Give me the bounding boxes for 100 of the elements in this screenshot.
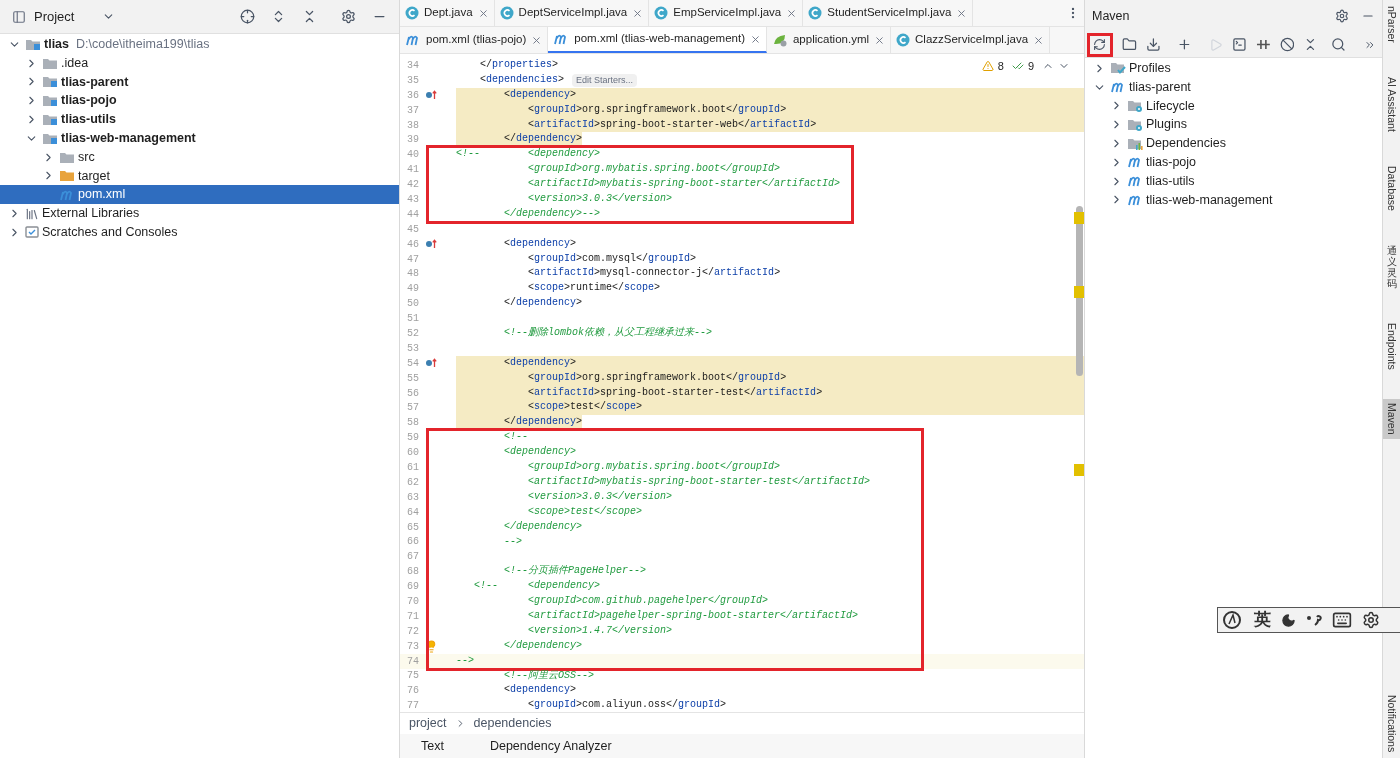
tool-window-tab[interactable]: Database bbox=[1383, 161, 1400, 215]
toggle-offline-icon[interactable] bbox=[1255, 37, 1271, 52]
code-comment: <artifactId>pagehelper-spring-boot-starter</artifactId> bbox=[527, 608, 859, 623]
close-icon[interactable] bbox=[749, 33, 761, 45]
tree-item[interactable]: tlias-utils bbox=[0, 110, 399, 129]
class-icon bbox=[499, 6, 514, 20]
editor-tab[interactable]: ClazzServiceImpl.java bbox=[891, 27, 1051, 53]
maven-tree-item[interactable]: tlias-utils bbox=[1085, 171, 1382, 191]
close-icon[interactable] bbox=[632, 7, 644, 19]
line-number: 52 bbox=[406, 327, 419, 341]
project-path: D:\code\itheima199\tlias bbox=[76, 36, 210, 53]
moon-icon[interactable] bbox=[1281, 612, 1296, 628]
tool-window-tab[interactable]: Endpoints bbox=[1383, 318, 1400, 374]
maven-tree-item[interactable]: Dependencies bbox=[1085, 134, 1382, 153]
edit-starters-hint[interactable]: Edit Starters... bbox=[572, 73, 638, 88]
tree-item[interactable]: pom.xml bbox=[0, 185, 399, 205]
maven-tree-item[interactable]: Profiles bbox=[1085, 59, 1382, 78]
tab-label: Dept.java bbox=[424, 5, 473, 21]
settings-icon[interactable] bbox=[1362, 611, 1380, 629]
close-icon[interactable] bbox=[874, 34, 886, 46]
code-line: </dependency> bbox=[503, 296, 583, 311]
library-icon bbox=[25, 206, 39, 221]
maven-tree-label: tlias-parent bbox=[1129, 78, 1191, 96]
skip-tests-icon[interactable] bbox=[1279, 37, 1295, 52]
editor-tab[interactable]: EmpServiceImpl.java bbox=[649, 0, 804, 26]
code-line: <dependency> bbox=[503, 683, 577, 698]
download-icon[interactable] bbox=[1145, 37, 1161, 52]
maven-tree-item[interactable]: tlias-parent bbox=[1085, 77, 1382, 97]
line-number: 54 bbox=[406, 356, 419, 371]
code-comment: <dependency> bbox=[503, 445, 577, 460]
close-icon[interactable] bbox=[477, 7, 489, 19]
line-number: 64 bbox=[406, 505, 419, 520]
tool-window-tab[interactable]: nParser bbox=[1383, 2, 1400, 47]
editor-tab[interactable]: Dept.java bbox=[400, 0, 495, 26]
locate-icon[interactable] bbox=[240, 9, 255, 24]
line-number: 62 bbox=[406, 475, 419, 490]
settings-icon[interactable] bbox=[341, 9, 356, 24]
line-number: 66 bbox=[406, 535, 419, 550]
reload-button[interactable] bbox=[1087, 32, 1113, 57]
tool-window-tab[interactable]: 通义灵码 bbox=[1383, 240, 1400, 293]
folder-icon[interactable] bbox=[1121, 37, 1137, 52]
line-number: 47 bbox=[406, 252, 419, 267]
input-mode-toggle[interactable]: 英 bbox=[1254, 607, 1271, 633]
editor-mode-tab[interactable]: Dependency Analyzer bbox=[478, 736, 623, 756]
line-number: 61 bbox=[406, 461, 419, 475]
close-icon[interactable] bbox=[1033, 34, 1045, 46]
punctuation-icon[interactable] bbox=[1306, 613, 1322, 627]
analyze-icon[interactable] bbox=[1331, 37, 1347, 52]
editor-tab[interactable]: DeptServiceImpl.java bbox=[494, 0, 650, 26]
ime-logo-icon[interactable] bbox=[1222, 610, 1244, 630]
tree-item[interactable]: target bbox=[0, 166, 399, 186]
line-number: 65 bbox=[406, 520, 419, 535]
close-icon[interactable] bbox=[956, 7, 968, 19]
maven-tree-item[interactable]: tlias-web-management bbox=[1085, 190, 1382, 210]
tree-item-label: tlias-parent bbox=[61, 73, 129, 91]
chart-folder-icon bbox=[1127, 136, 1143, 151]
override-marker-icon[interactable] bbox=[425, 239, 437, 250]
tree-item[interactable]: tlias-pojo bbox=[0, 91, 399, 111]
tree-item[interactable]: tlias D:\code\itheima199\tlias bbox=[0, 35, 399, 54]
code-comment: </dependency>--> bbox=[503, 206, 601, 221]
code-comment: <!--阿里云OSS--> bbox=[503, 668, 595, 683]
breadcrumb-item[interactable]: project bbox=[409, 714, 447, 733]
editor-tab[interactable]: StudentServiceImpl.java bbox=[803, 0, 974, 26]
editor-tab[interactable]: application.yml bbox=[766, 27, 892, 53]
reload-icon[interactable] bbox=[1093, 38, 1107, 51]
tree-item[interactable]: tlias-parent bbox=[0, 72, 399, 92]
tree-item[interactable]: External Libraries bbox=[0, 204, 399, 223]
override-marker-icon[interactable] bbox=[425, 358, 437, 369]
editor-mode-tab[interactable]: Text bbox=[410, 736, 455, 756]
close-icon[interactable] bbox=[786, 7, 798, 19]
tree-item-label: tlias-utils bbox=[61, 111, 116, 129]
close-icon[interactable] bbox=[531, 34, 543, 46]
code-line: <artifactId>mysql-connector-j</artifactId> bbox=[527, 266, 781, 281]
tool-window-tab[interactable]: AI Assistant bbox=[1383, 72, 1400, 136]
tool-window-tab[interactable]: Maven bbox=[1383, 399, 1400, 439]
maven-tree-item[interactable]: Plugins bbox=[1085, 115, 1382, 135]
breadcrumb-item[interactable]: dependencies bbox=[473, 714, 552, 733]
tree-item[interactable]: tlias-web-management bbox=[0, 129, 399, 148]
keyboard-icon[interactable] bbox=[1332, 610, 1352, 630]
maven-tree-label: tlias-web-management bbox=[1146, 191, 1273, 209]
tree-item[interactable]: Scratches and Consoles bbox=[0, 222, 399, 242]
passed-count: 9 bbox=[1027, 59, 1034, 74]
line-number: 57 bbox=[406, 401, 419, 416]
settings-icon[interactable] bbox=[1335, 9, 1349, 23]
editor-tab[interactable]: pom.xml (tlias-web-management) bbox=[548, 27, 767, 53]
maven-tree-item[interactable]: Lifecycle bbox=[1085, 96, 1382, 116]
tool-window-tab[interactable]: Notifications bbox=[1383, 690, 1400, 756]
tree-item[interactable]: src bbox=[0, 147, 399, 167]
class-icon bbox=[896, 33, 911, 47]
terminal-icon[interactable] bbox=[1232, 37, 1247, 52]
override-marker-icon[interactable] bbox=[425, 90, 437, 101]
tree-item-label: tlias bbox=[44, 36, 69, 53]
module-folder-icon bbox=[42, 94, 58, 108]
tree-item[interactable]: .idea bbox=[0, 53, 399, 73]
panel-title[interactable]: Project bbox=[34, 6, 75, 27]
code-comment: <version>1.4.7</version> bbox=[527, 623, 673, 638]
line-number: 56 bbox=[406, 386, 419, 401]
tab-label: application.yml bbox=[792, 32, 870, 48]
tree-item-label: src bbox=[78, 148, 95, 166]
maven-tree-item[interactable]: tlias-pojo bbox=[1085, 153, 1382, 172]
